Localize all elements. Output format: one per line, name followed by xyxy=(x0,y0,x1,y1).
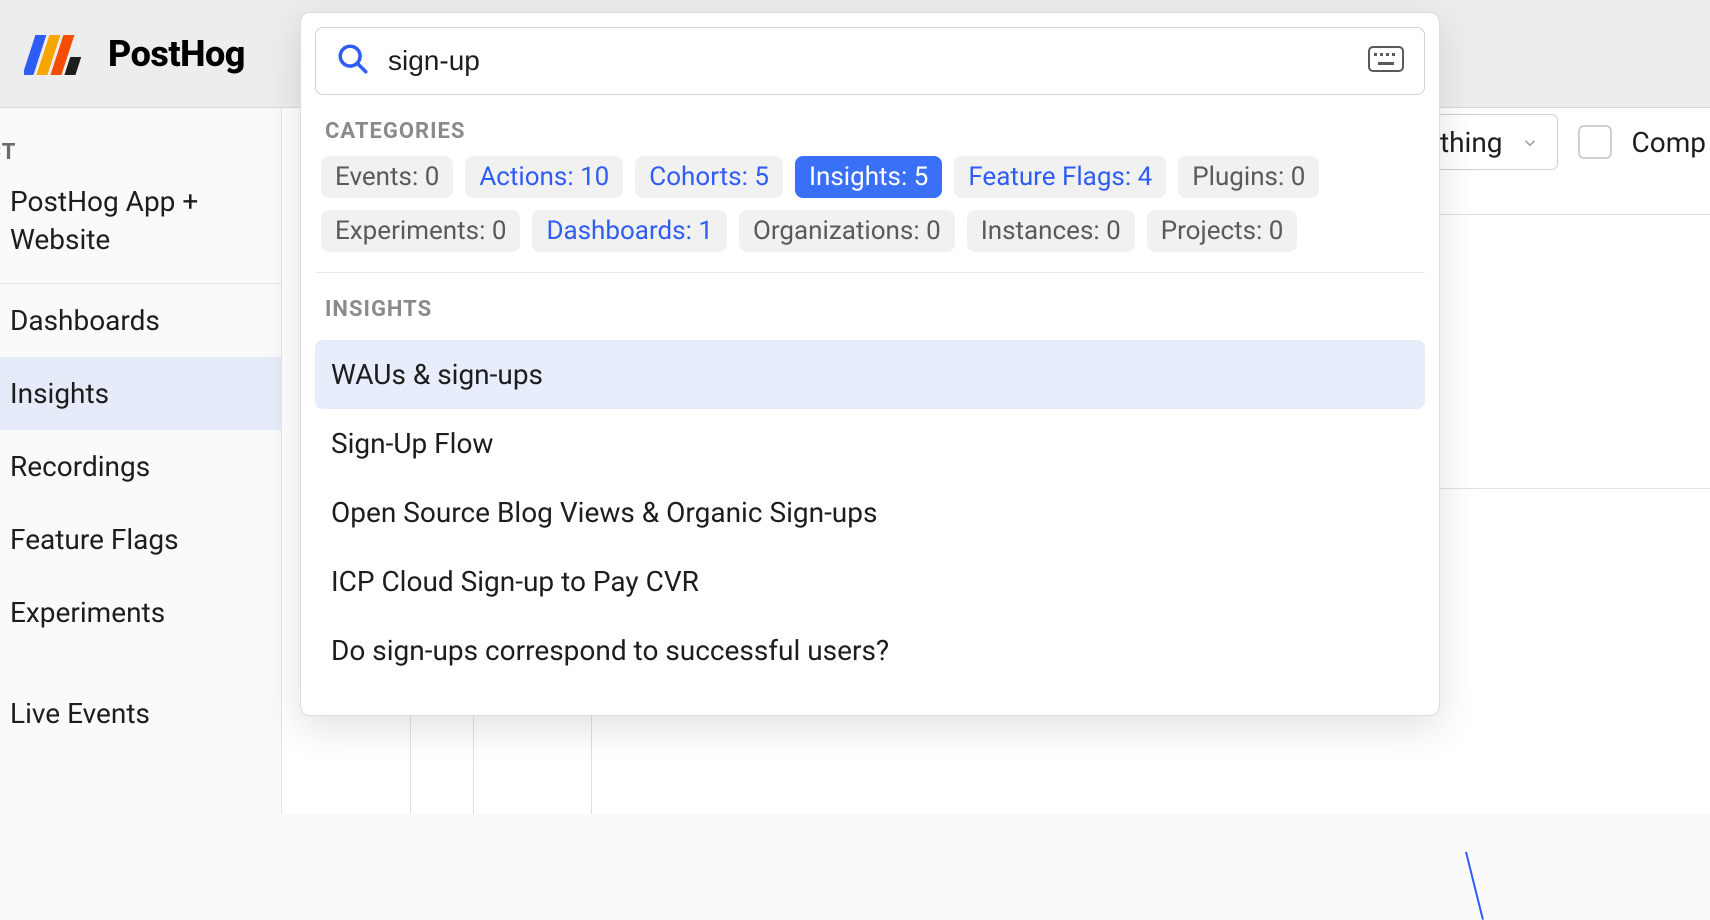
project-name[interactable]: PostHog App + Website xyxy=(0,173,281,284)
search-input[interactable] xyxy=(388,45,1350,77)
category-instances[interactable]: Instances: 0 xyxy=(967,210,1135,252)
result-item[interactable]: WAUs & sign-ups xyxy=(315,340,1425,409)
categories-label: CATEGORIES xyxy=(301,95,1439,156)
category-actions[interactable]: Actions: 10 xyxy=(465,156,623,198)
chevron-down-icon xyxy=(1521,126,1539,159)
sidebar-item-experiments[interactable]: Experiments xyxy=(0,576,281,649)
sidebar-section-label: JECT xyxy=(0,108,281,173)
results-label: INSIGHTS xyxy=(301,273,1439,334)
app-name: PostHog xyxy=(108,33,245,75)
compare-label: Comp xyxy=(1632,126,1706,159)
sidebar-item-insights[interactable]: Insights xyxy=(0,357,281,430)
results-list: WAUs & sign-ups Sign-Up Flow Open Source… xyxy=(301,334,1439,685)
category-events[interactable]: Events: 0 xyxy=(321,156,453,198)
keyboard-icon[interactable] xyxy=(1368,46,1404,76)
category-cohorts[interactable]: Cohorts: 5 xyxy=(635,156,783,198)
category-dashboards[interactable]: Dashboards: 1 xyxy=(532,210,727,252)
sidebar-item-feature-flags[interactable]: Feature Flags xyxy=(0,503,281,576)
search-box xyxy=(315,27,1425,95)
posthog-logo-icon xyxy=(24,27,94,81)
compare-checkbox[interactable] xyxy=(1578,125,1612,159)
category-experiments[interactable]: Experiments: 0 xyxy=(321,210,520,252)
category-projects[interactable]: Projects: 0 xyxy=(1147,210,1298,252)
search-popover: CATEGORIES Events: 0 Actions: 10 Cohorts… xyxy=(300,12,1440,716)
category-organizations[interactable]: Organizations: 0 xyxy=(739,210,955,252)
category-feature-flags[interactable]: Feature Flags: 4 xyxy=(954,156,1166,198)
toolbar-right: othing Comp xyxy=(1413,114,1710,170)
logo[interactable]: PostHog xyxy=(24,27,245,81)
sidebar: JECT PostHog App + Website Dashboards In… xyxy=(0,108,282,814)
sidebar-item-dashboards[interactable]: Dashboards xyxy=(0,284,281,357)
category-plugins[interactable]: Plugins: 0 xyxy=(1178,156,1319,198)
search-icon xyxy=(336,42,370,80)
sidebar-item-recordings[interactable]: Recordings xyxy=(0,430,281,503)
chart-line-segment xyxy=(1465,852,1484,920)
sidebar-item-live-events[interactable]: Live Events xyxy=(0,677,281,750)
result-item[interactable]: Open Source Blog Views & Organic Sign-up… xyxy=(315,478,1425,547)
category-insights[interactable]: Insights: 5 xyxy=(795,156,942,198)
result-item[interactable]: Do sign-ups correspond to successful use… xyxy=(315,616,1425,685)
result-item[interactable]: ICP Cloud Sign-up to Pay CVR xyxy=(315,547,1425,616)
result-item[interactable]: Sign-Up Flow xyxy=(315,409,1425,478)
categories-row: Events: 0 Actions: 10 Cohorts: 5 Insight… xyxy=(301,156,1439,258)
